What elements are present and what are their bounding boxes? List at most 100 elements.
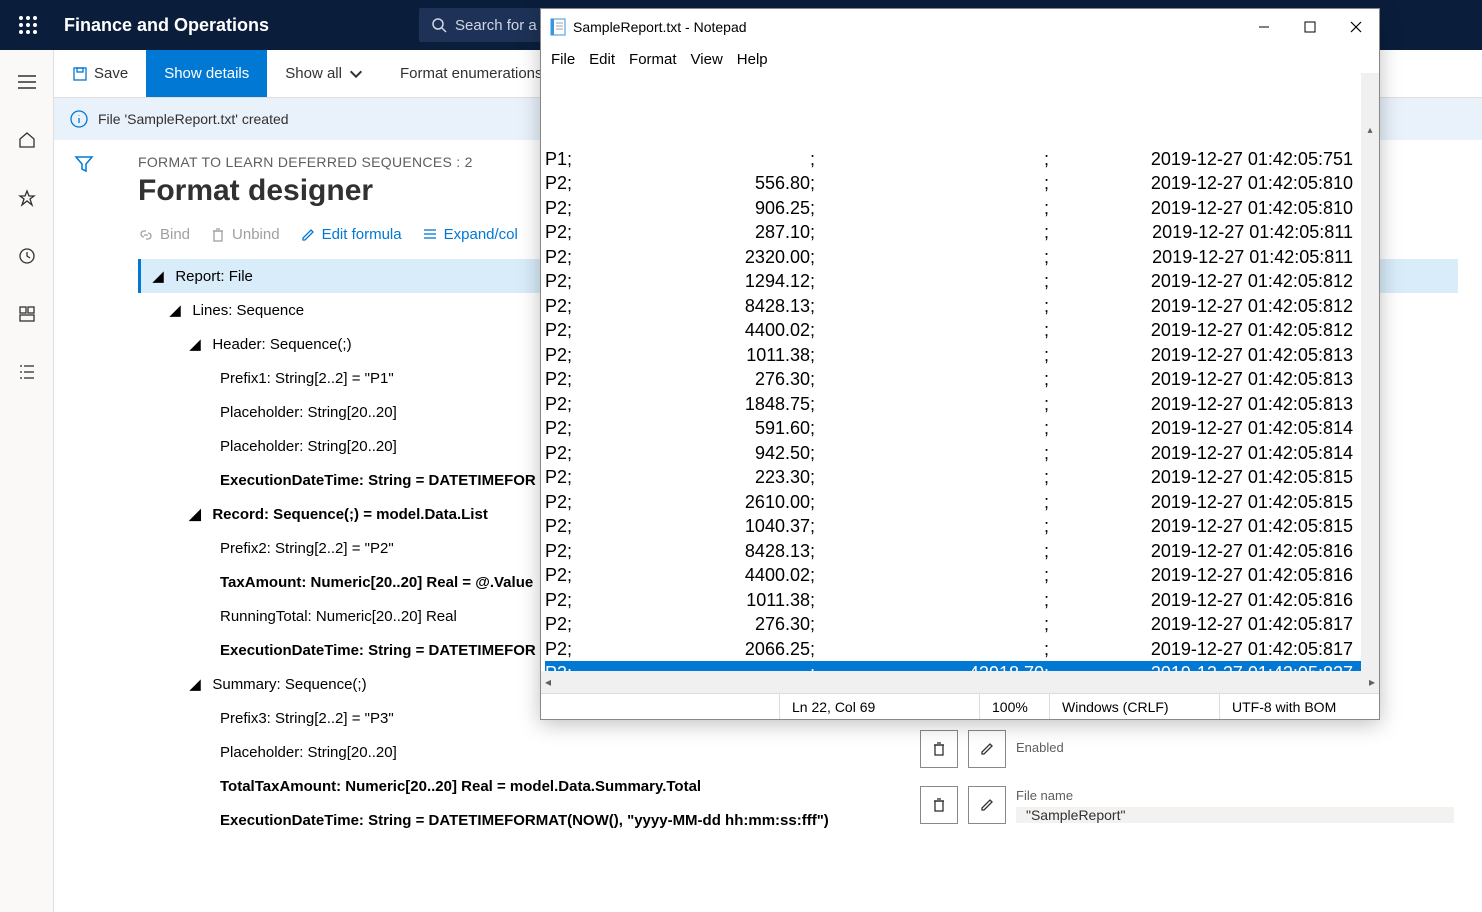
show-details-button[interactable]: Show details — [146, 50, 267, 97]
horizontal-scrollbar[interactable]: ◂ ▸ — [541, 671, 1379, 693]
bind-button[interactable]: Bind — [138, 226, 190, 243]
delete-button[interactable] — [920, 730, 958, 768]
tree-label: Prefix2: String[2..2] = "P2" — [220, 540, 394, 557]
notepad-line[interactable]: P2;1011.38;;2019-12-27 01:42:05:816 — [545, 588, 1375, 613]
tree-label: RunningTotal: Numeric[20..20] Real — [220, 608, 457, 625]
tree-label: Record: Sequence(;) = model.Data.List — [212, 506, 487, 523]
notepad-line[interactable]: P2;2066.25;;2019-12-27 01:42:05:817 — [545, 637, 1375, 662]
filename-value[interactable]: "SampleReport" — [1016, 807, 1454, 823]
menu-edit[interactable]: Edit — [589, 51, 615, 68]
tree-label: Summary: Sequence(;) — [212, 676, 366, 693]
menu-file[interactable]: File — [551, 51, 575, 68]
notepad-line[interactable]: P2;8428.13;;2019-12-27 01:42:05:812 — [545, 294, 1375, 319]
enabled-label: Enabled — [1016, 740, 1454, 755]
notepad-line[interactable]: P2;4400.02;;2019-12-27 01:42:05:812 — [545, 318, 1375, 343]
collapse-icon[interactable]: ◢ — [186, 675, 204, 693]
notepad-line[interactable]: P2;906.25;;2019-12-27 01:42:05:810 — [545, 196, 1375, 221]
tree-label: Report: File — [175, 268, 253, 285]
unbind-button[interactable]: Unbind — [210, 226, 280, 243]
collapse-icon[interactable]: ◢ — [149, 267, 167, 285]
collapse-icon[interactable]: ◢ — [186, 335, 204, 353]
notepad-title: SampleReport.txt - Notepad — [573, 19, 1241, 35]
tree-label: ExecutionDateTime: String = DATETIMEFOR — [220, 642, 536, 659]
favorites-icon[interactable] — [9, 180, 45, 216]
notepad-line[interactable]: P2;2610.00;;2019-12-27 01:42:05:815 — [545, 490, 1375, 515]
notepad-icon — [549, 18, 567, 36]
notepad-line[interactable]: P2;942.50;;2019-12-27 01:42:05:814 — [545, 441, 1375, 466]
filter-icon[interactable] — [74, 154, 94, 179]
recent-icon[interactable] — [9, 238, 45, 274]
edit-button[interactable] — [968, 730, 1006, 768]
menu-view[interactable]: View — [691, 51, 723, 68]
app-launcher-icon[interactable] — [10, 7, 46, 43]
notepad-line[interactable]: P2;223.30;;2019-12-27 01:42:05:815 — [545, 465, 1375, 490]
minimize-button[interactable] — [1241, 10, 1287, 44]
close-button[interactable] — [1333, 10, 1379, 44]
notepad-line[interactable]: P2;1011.38;;2019-12-27 01:42:05:813 — [545, 343, 1375, 368]
notepad-line[interactable]: P2;8428.13;;2019-12-27 01:42:05:816 — [545, 539, 1375, 564]
workspaces-icon[interactable] — [9, 296, 45, 332]
notepad-line[interactable]: P2;1294.12;;2019-12-27 01:42:05:812 — [545, 269, 1375, 294]
notepad-line[interactable]: P2;4400.02;;2019-12-27 01:42:05:816 — [545, 563, 1375, 588]
notepad-line[interactable]: P3;;42918.70;2019-12-27 01:42:05:827 — [545, 661, 1375, 671]
delete-button[interactable] — [920, 786, 958, 824]
status-zoom: 100% — [979, 694, 1049, 719]
notepad-line[interactable]: P2;591.60;;2019-12-27 01:42:05:814 — [545, 416, 1375, 441]
tree-label: Prefix3: String[2..2] = "P3" — [220, 710, 394, 727]
notepad-titlebar[interactable]: SampleReport.txt - Notepad — [541, 9, 1379, 45]
notepad-body[interactable]: ▴ P1;;;2019-12-27 01:42:05:751P2;556.80;… — [541, 73, 1379, 671]
notepad-line[interactable]: P2;2320.00;;2019-12-27 01:42:05:811 — [545, 245, 1375, 270]
info-text: File 'SampleReport.txt' created — [98, 111, 289, 127]
scroll-right-icon[interactable]: ▸ — [1369, 675, 1375, 689]
hamburger-icon[interactable] — [9, 64, 45, 100]
properties-panel: Enabled File name "SampleReport" — [892, 720, 1482, 852]
brand-title: Finance and Operations — [64, 15, 269, 36]
filename-label: File name — [1016, 788, 1454, 803]
notepad-menu: File Edit Format View Help — [541, 45, 1379, 73]
status-spacer — [541, 694, 779, 719]
tree-label: ExecutionDateTime: String = DATETIMEFOR — [220, 472, 536, 489]
notepad-statusbar: Ln 22, Col 69 100% Windows (CRLF) UTF-8 … — [541, 693, 1379, 719]
save-label: Save — [94, 65, 128, 82]
notepad-line[interactable]: P2;1848.75;;2019-12-27 01:42:05:813 — [545, 392, 1375, 417]
tree-label: TotalTaxAmount: Numeric[20..20] Real = m… — [220, 778, 701, 795]
notepad-line[interactable]: P2;276.30;;2019-12-27 01:42:05:813 — [545, 367, 1375, 392]
maximize-button[interactable] — [1287, 10, 1333, 44]
show-all-button[interactable]: Show all — [267, 50, 382, 97]
expand-collapse-button[interactable]: Expand/col — [422, 226, 518, 243]
menu-format[interactable]: Format — [629, 51, 677, 68]
tree-label: Lines: Sequence — [192, 302, 304, 319]
notepad-line[interactable]: P2;276.30;;2019-12-27 01:42:05:817 — [545, 612, 1375, 637]
show-all-label: Show all — [285, 65, 342, 82]
format-enumerations-button[interactable]: Format enumerations — [382, 50, 561, 97]
notepad-line[interactable]: P1;;;2019-12-27 01:42:05:751 — [545, 147, 1375, 172]
info-icon — [70, 110, 88, 128]
filter-panel — [54, 140, 114, 200]
collapse-icon[interactable]: ◢ — [186, 505, 204, 523]
home-icon[interactable] — [9, 122, 45, 158]
edit-formula-button[interactable]: Edit formula — [300, 226, 402, 243]
tree-label: ExecutionDateTime: String = DATETIMEFORM… — [220, 812, 829, 829]
notepad-line[interactable]: P2;1040.37;;2019-12-27 01:42:05:815 — [545, 514, 1375, 539]
left-rail — [0, 50, 54, 912]
menu-help[interactable]: Help — [737, 51, 768, 68]
edit-button[interactable] — [968, 786, 1006, 824]
vertical-scrollbar[interactable]: ▴ — [1361, 73, 1379, 671]
status-encoding: UTF-8 with BOM — [1219, 694, 1379, 719]
notepad-window: SampleReport.txt - Notepad File Edit For… — [540, 8, 1380, 720]
notepad-line[interactable]: P2;287.10;;2019-12-27 01:42:05:811 — [545, 220, 1375, 245]
modules-icon[interactable] — [9, 354, 45, 390]
edit-formula-label: Edit formula — [322, 226, 402, 243]
notepad-line[interactable]: P2;556.80;;2019-12-27 01:42:05:810 — [545, 171, 1375, 196]
tree-label: Header: Sequence(;) — [212, 336, 351, 353]
tree-label: Placeholder: String[20..20] — [220, 744, 397, 761]
collapse-icon[interactable]: ◢ — [166, 301, 184, 319]
tree-label: Placeholder: String[20..20] — [220, 404, 397, 421]
tree-label: Prefix1: String[2..2] = "P1" — [220, 370, 394, 387]
save-button[interactable]: Save — [54, 50, 146, 97]
format-enum-label: Format enumerations — [400, 65, 543, 82]
search-placeholder: Search for a — [455, 17, 537, 34]
status-eol: Windows (CRLF) — [1049, 694, 1219, 719]
scroll-left-icon[interactable]: ◂ — [545, 675, 551, 689]
scroll-up-icon[interactable]: ▴ — [1361, 122, 1379, 140]
